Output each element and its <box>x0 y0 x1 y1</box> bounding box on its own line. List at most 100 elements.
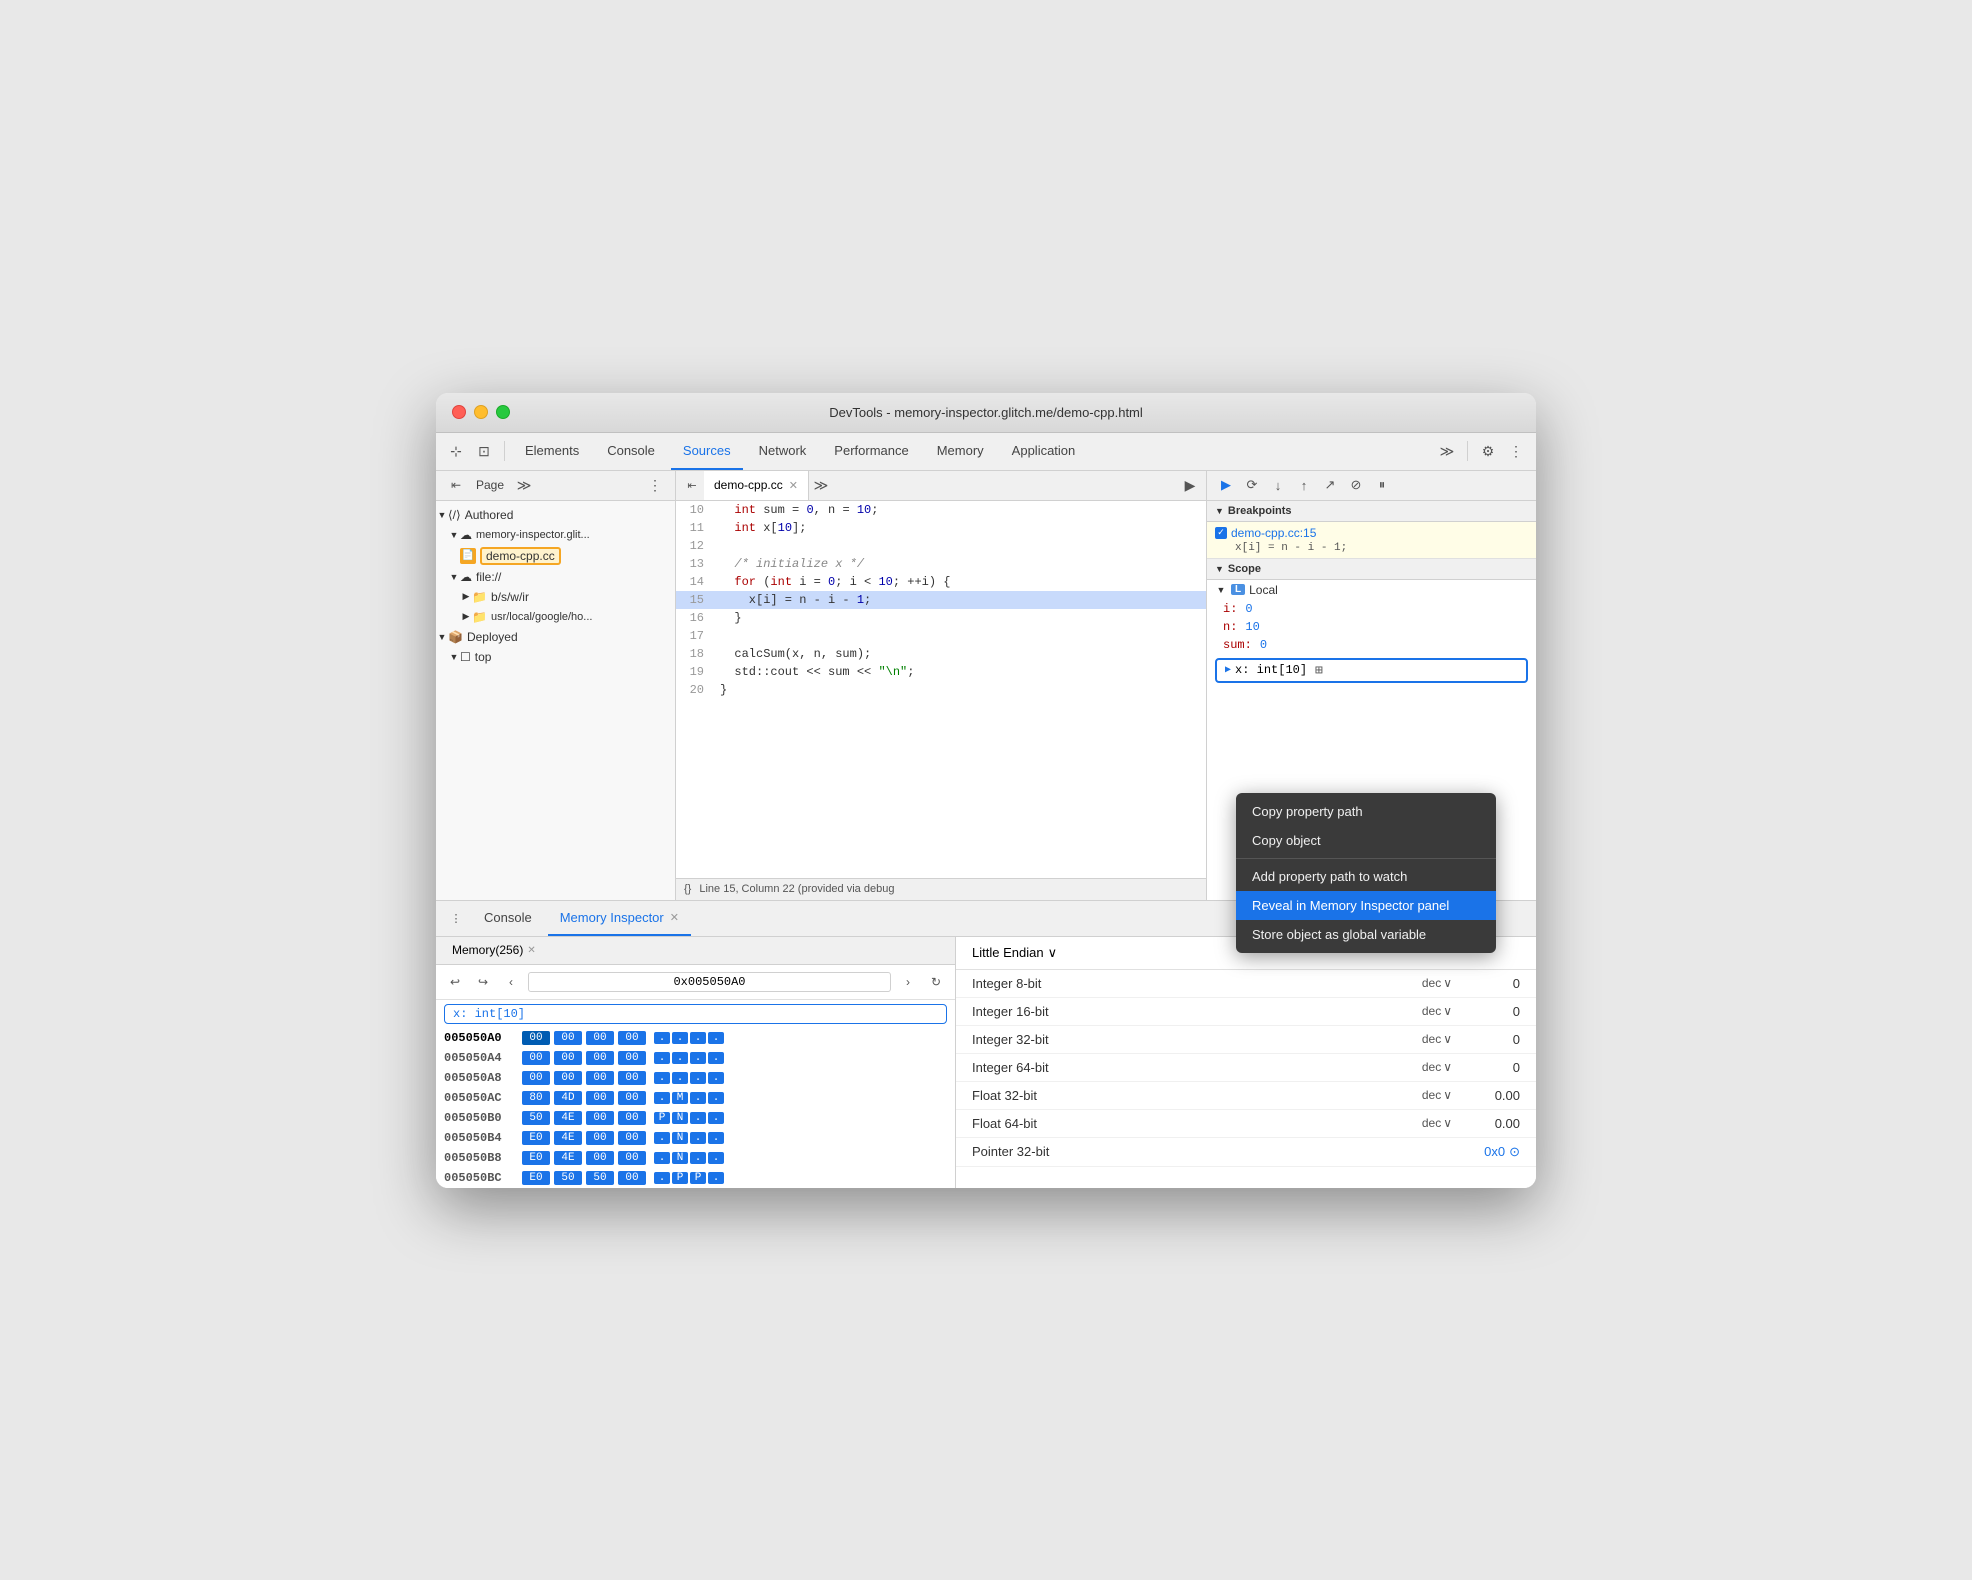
step-over-btn[interactable]: ↓ <box>1267 474 1289 496</box>
mem-left-btn[interactable]: ‹ <box>500 971 522 993</box>
ctx-reveal-memory[interactable]: Reveal in Memory Inspector panel <box>1236 891 1496 920</box>
step-into-btn[interactable]: ↑ <box>1293 474 1315 496</box>
sidebar-item-top[interactable]: ▼ ☐ top <box>436 647 675 667</box>
int8-format-selector[interactable]: dec ∨ <box>1422 976 1452 990</box>
close-button[interactable] <box>452 405 466 419</box>
more-icon[interactable]: ⋮ <box>1504 439 1528 463</box>
ptr32-value[interactable]: 0x0 ⊙ <box>1484 1144 1520 1160</box>
cursor-icon[interactable]: ⊹ <box>444 439 468 463</box>
scope-header[interactable]: ▼ Scope <box>1207 559 1536 580</box>
mem-byte[interactable]: 00 <box>618 1071 646 1085</box>
tab-sources[interactable]: Sources <box>671 432 743 470</box>
mem-byte[interactable]: 00 <box>554 1071 582 1085</box>
mem-byte[interactable]: E0 <box>522 1131 550 1145</box>
mem-byte[interactable]: 00 <box>618 1031 646 1045</box>
mem-byte[interactable]: 00 <box>618 1151 646 1165</box>
close-memory-tab-icon[interactable]: ✕ <box>670 911 679 924</box>
mem-byte[interactable]: 00 <box>618 1051 646 1065</box>
settings-icon[interactable]: ⚙ <box>1476 439 1500 463</box>
mem-byte[interactable]: 50 <box>586 1171 614 1185</box>
code-content[interactable]: 10 int sum = 0, n = 10; 11 int x[10]; 12… <box>676 501 1206 878</box>
sidebar-more-icon[interactable]: ⋮ <box>643 473 667 497</box>
format-icon[interactable]: ▶ <box>1178 473 1202 497</box>
memory-subtab[interactable]: Memory(256) ✕ <box>444 937 544 965</box>
sidebar-item-authored[interactable]: ▼ ⟨/⟩ Authored <box>436 505 675 525</box>
tab-console[interactable]: Console <box>595 432 667 470</box>
mem-byte[interactable]: 00 <box>522 1051 550 1065</box>
ctx-add-to-watch[interactable]: Add property path to watch <box>1236 862 1496 891</box>
tab-application[interactable]: Application <box>1000 432 1088 470</box>
mem-right-btn[interactable]: › <box>897 971 919 993</box>
tab-performance[interactable]: Performance <box>822 432 920 470</box>
memory-address-input[interactable] <box>528 972 891 992</box>
mem-byte[interactable]: 80 <box>522 1091 550 1105</box>
mem-forward-btn[interactable]: ↪ <box>472 971 494 993</box>
mem-byte[interactable]: 00 <box>586 1151 614 1165</box>
sidebar-item-usr[interactable]: ▶ 📁 usr/local/google/ho... <box>436 607 675 627</box>
mem-byte[interactable]: 4E <box>554 1131 582 1145</box>
mem-byte[interactable]: 4D <box>554 1091 582 1105</box>
sidebar-item-domain[interactable]: ▼ ☁ memory-inspector.glit... <box>436 525 675 545</box>
resume-btn[interactable]: ▶ <box>1215 474 1237 496</box>
mem-byte[interactable]: 00 <box>618 1131 646 1145</box>
mem-byte[interactable]: E0 <box>522 1151 550 1165</box>
pause-btn[interactable]: ⟳ <box>1241 474 1263 496</box>
code-tab-democpp[interactable]: demo-cpp.cc ✕ <box>704 471 809 501</box>
close-subtab-icon[interactable]: ✕ <box>527 945 535 956</box>
sidebar-item-file[interactable]: ▼ ☁ file:// <box>436 567 675 587</box>
int64-format-selector[interactable]: dec ∨ <box>1422 1060 1452 1074</box>
breakpoint-checkbox[interactable]: ✓ <box>1215 527 1227 539</box>
float32-format-selector[interactable]: dec ∨ <box>1422 1088 1452 1102</box>
tab-elements[interactable]: Elements <box>513 432 591 470</box>
float64-format-selector[interactable]: dec ∨ <box>1422 1116 1452 1130</box>
memory-inspector-icon[interactable]: ⊞ <box>1315 663 1323 678</box>
mem-byte[interactable]: 4E <box>554 1111 582 1125</box>
mem-byte[interactable]: 4E <box>554 1151 582 1165</box>
ctx-copy-object[interactable]: Copy object <box>1236 826 1496 855</box>
bottom-panel-icon[interactable]: ⋮ <box>444 906 468 930</box>
mem-byte[interactable]: 00 <box>586 1071 614 1085</box>
tab-memory[interactable]: Memory <box>925 432 996 470</box>
mem-byte[interactable]: 00 <box>554 1031 582 1045</box>
breakpoints-header[interactable]: ▼ Breakpoints <box>1207 501 1536 522</box>
sidebar-item-deployed[interactable]: ▼ 📦 Deployed <box>436 627 675 647</box>
tab-console-bottom[interactable]: Console <box>472 900 544 936</box>
mem-byte[interactable]: 00 <box>586 1051 614 1065</box>
mem-byte[interactable]: 50 <box>522 1111 550 1125</box>
int16-format-selector[interactable]: dec ∨ <box>1422 1004 1452 1018</box>
ctx-store-global[interactable]: Store object as global variable <box>1236 920 1496 949</box>
pause-exceptions-btn[interactable]: ⏸ <box>1371 474 1393 496</box>
sidebar-item-demo-cpp[interactable]: 📄 demo-cpp.cc <box>436 545 675 567</box>
mem-byte[interactable]: 00 <box>586 1131 614 1145</box>
device-icon[interactable]: ⊡ <box>472 439 496 463</box>
deactivate-btn[interactable]: ⊘ <box>1345 474 1367 496</box>
mem-byte[interactable]: 00 <box>586 1091 614 1105</box>
mem-byte[interactable]: 00 <box>586 1031 614 1045</box>
mem-byte[interactable]: 00 <box>586 1111 614 1125</box>
step-out-btn[interactable]: ↗ <box>1319 474 1341 496</box>
minimize-button[interactable] <box>474 405 488 419</box>
x-variable-tooltip[interactable]: ▶ x: int[10] ⊞ <box>1215 658 1528 683</box>
mem-byte[interactable]: 00 <box>618 1111 646 1125</box>
memory-tag[interactable]: x: int[10] <box>444 1004 947 1024</box>
more-tabs-icon[interactable]: ≫ <box>1435 439 1459 463</box>
sidebar-item-bsw[interactable]: ▶ 📁 b/s/w/ir <box>436 587 675 607</box>
mem-byte[interactable]: 00 <box>522 1031 550 1045</box>
mem-back-btn[interactable]: ↩ <box>444 971 466 993</box>
close-tab-icon[interactable]: ✕ <box>789 479 798 492</box>
mem-byte[interactable]: E0 <box>522 1171 550 1185</box>
collapse-sidebar-icon[interactable]: ⇤ <box>444 473 468 497</box>
mem-byte[interactable]: 50 <box>554 1171 582 1185</box>
mem-byte[interactable]: 00 <box>522 1071 550 1085</box>
tab-network[interactable]: Network <box>747 432 819 470</box>
ctx-copy-property-path[interactable]: Copy property path <box>1236 797 1496 826</box>
mem-byte[interactable]: 00 <box>554 1051 582 1065</box>
more-code-tabs-icon[interactable]: ≫ <box>809 473 833 497</box>
mem-byte[interactable]: 00 <box>618 1091 646 1105</box>
prev-file-icon[interactable]: ⇤ <box>680 473 704 497</box>
more-sidebar-icon[interactable]: ≫ <box>512 473 536 497</box>
int32-format-selector[interactable]: dec ∨ <box>1422 1032 1452 1046</box>
maximize-button[interactable] <box>496 405 510 419</box>
tab-memory-inspector[interactable]: Memory Inspector ✕ <box>548 900 691 936</box>
mem-byte[interactable]: 00 <box>618 1171 646 1185</box>
